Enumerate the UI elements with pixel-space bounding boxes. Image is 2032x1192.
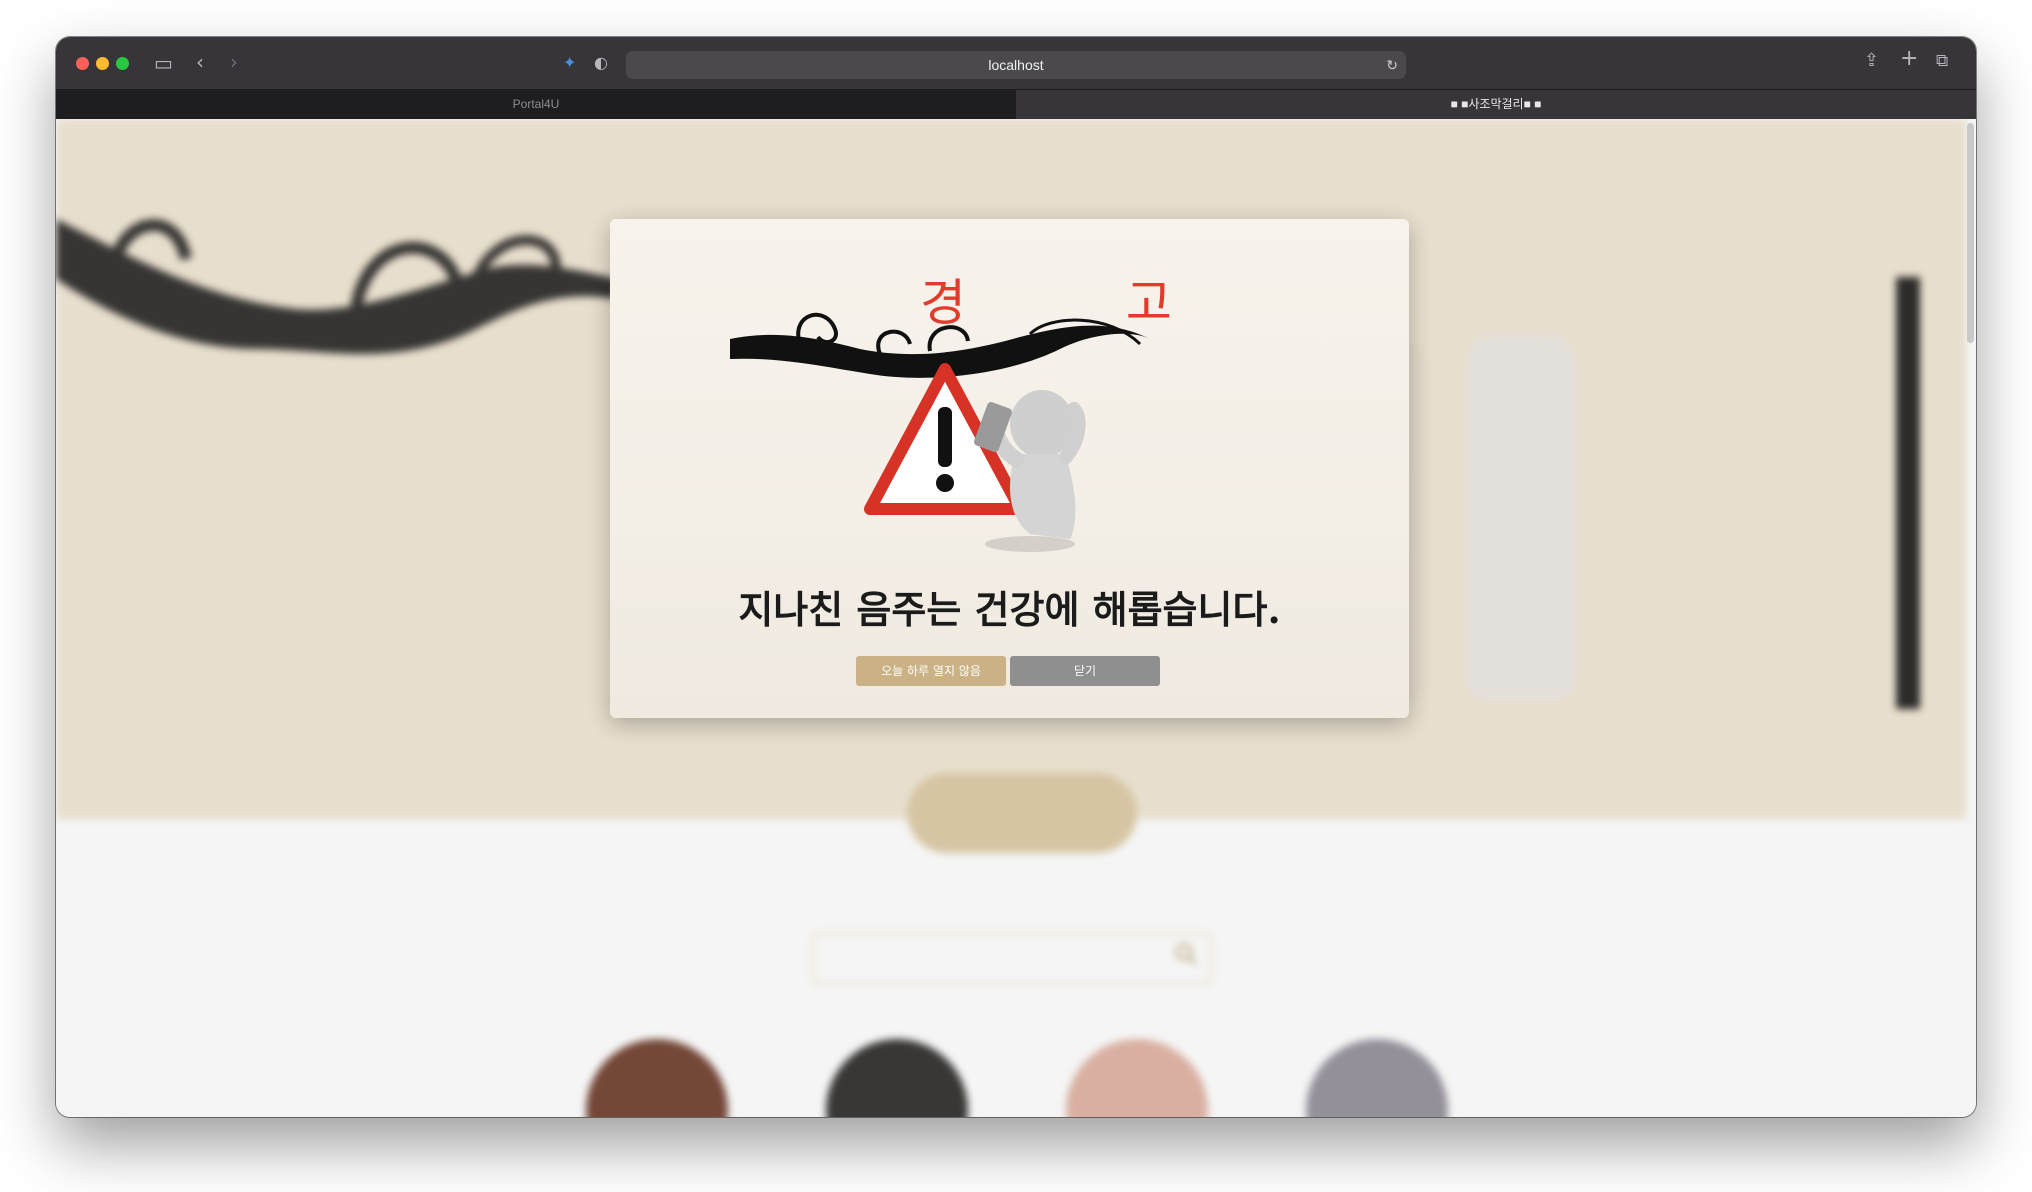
close-window-button[interactable]: [76, 57, 89, 70]
url-text: localhost: [988, 57, 1044, 73]
browser-window: ▭ ‹ › ✦ ◐ localhost ↻ ⇪ + ⧉ Portal4U ■ ■…: [56, 37, 1976, 1117]
tab-portal4u[interactable]: Portal4U: [56, 90, 1016, 119]
tab-overview-icon[interactable]: ⧉: [1936, 51, 1948, 71]
tab-label: ■ ■사조막걸리■ ■: [1450, 97, 1542, 111]
dont-show-today-button[interactable]: 오늘 하루 열지 않음: [856, 656, 1006, 686]
page-viewport: 경 고 지나친 음주는 건강에 해롭습니다. 오늘 하루 열지 않음 닫기: [56, 119, 1976, 1117]
maximize-window-button[interactable]: [116, 57, 129, 70]
close-button[interactable]: 닫기: [1010, 656, 1160, 686]
warning-title: 경 고: [920, 274, 1244, 332]
back-arrow-icon[interactable]: ‹: [196, 52, 204, 72]
warning-popup: 경 고 지나친 음주는 건강에 해롭습니다. 오늘 하루 열지 않음 닫기: [610, 219, 1409, 718]
tab-label: Portal4U: [512, 97, 560, 111]
forward-arrow-icon[interactable]: ›: [230, 52, 238, 72]
share-icon[interactable]: ⇪: [1864, 51, 1879, 71]
site-favicon-icon: ✦: [563, 53, 577, 72]
minimize-window-button[interactable]: [96, 57, 109, 70]
warning-message: 지나친 음주는 건강에 해롭습니다.: [738, 587, 1281, 632]
tab-sajo-makgeolli[interactable]: ■ ■사조막걸리■ ■: [1016, 90, 1976, 119]
address-bar[interactable]: localhost ↻: [626, 51, 1406, 79]
browser-titlebar: ▭ ‹ › ✦ ◐ localhost ↻ ⇪ + ⧉: [56, 37, 1976, 89]
vertical-scrollbar[interactable]: [1967, 123, 1974, 343]
reload-icon[interactable]: ↻: [1386, 51, 1398, 79]
privacy-shield-icon[interactable]: ◐: [594, 53, 608, 73]
tab-bar: Portal4U ■ ■사조막걸리■ ■: [56, 89, 1976, 119]
new-tab-icon[interactable]: +: [1900, 48, 1918, 70]
sidebar-toggle-icon[interactable]: ▭: [154, 53, 173, 73]
